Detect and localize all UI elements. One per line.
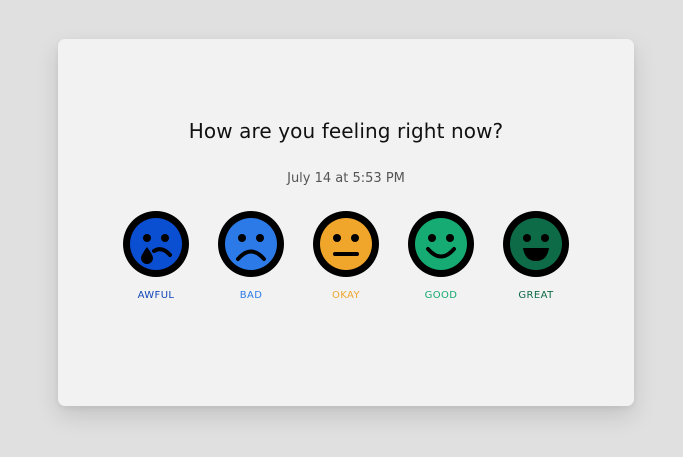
mood-label-good: GOOD [424, 290, 458, 301]
mood-label-okay: OKAY [331, 290, 361, 301]
mood-options: AWFUL BAD OKAY GOOD GREAT [58, 208, 634, 308]
mood-label-great: GREAT [518, 290, 554, 301]
mood-option-bad[interactable]: BAD [206, 208, 296, 301]
timestamp: July 14 at 5:53 PM [287, 171, 405, 186]
mood-option-great[interactable]: GREAT [491, 208, 581, 301]
neutral-face-icon [313, 211, 379, 277]
crying-face-icon [123, 211, 189, 277]
smiling-face-icon [408, 211, 474, 277]
mood-option-awful[interactable]: AWFUL [111, 208, 201, 301]
mood-option-good[interactable]: GOOD [396, 208, 486, 301]
mood-label-bad: BAD [239, 290, 263, 301]
mood-label-awful: AWFUL [137, 290, 175, 301]
sad-face-icon [218, 211, 284, 277]
mood-card: How are you feeling right now? July 14 a… [58, 39, 634, 406]
page-title: How are you feeling right now? [188, 119, 504, 143]
mood-option-okay[interactable]: OKAY [301, 208, 391, 301]
grinning-face-icon [503, 211, 569, 277]
